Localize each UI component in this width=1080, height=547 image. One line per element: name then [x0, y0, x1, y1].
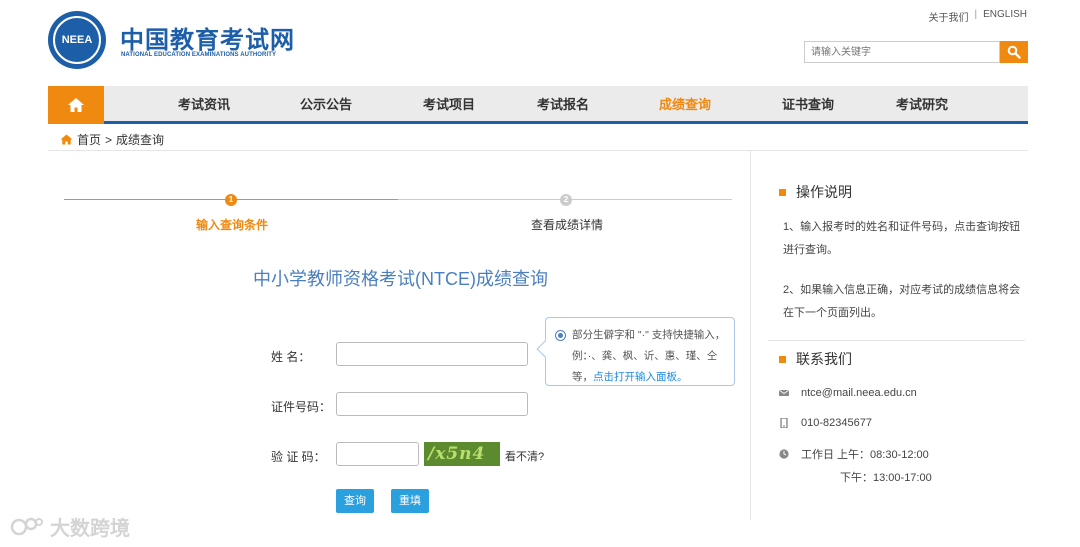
search-input[interactable]	[804, 41, 1000, 63]
bullet-square-icon	[779, 355, 786, 363]
top-links: 关于我们 | ENGLISH	[928, 9, 1027, 24]
nav-item-exam-research[interactable]: 考试研究	[896, 86, 948, 124]
instruction-1: 1、输入报考时的姓名和证件号码，点击查询按钮进行查询。	[783, 221, 1021, 256]
site-logo-emblem[interactable]: NEEA	[48, 11, 106, 69]
logo-emblem-text: NEEA	[53, 16, 101, 64]
contact-hours-am: 工作日 上午：08:30-12:00	[801, 449, 929, 461]
search-box	[804, 41, 1028, 63]
captcha-image[interactable]: /x5n4	[424, 442, 500, 466]
query-button[interactable]: 查询	[336, 489, 374, 513]
step-2-label: 查看成绩详情	[531, 218, 604, 232]
home-icon	[68, 98, 84, 112]
contact-hours: 工作日 上午：08:30-12:00	[779, 446, 929, 462]
nav-item-score-query[interactable]: 成绩查询	[659, 86, 711, 124]
top-links-separator: |	[974, 9, 978, 20]
step-2-marker: 2	[560, 194, 572, 206]
id-number-label: 证件号码：	[271, 400, 332, 414]
site-subtitle: NATIONAL EDUCATION EXAMINATIONS AUTHORIT…	[121, 52, 277, 58]
nav-home-button[interactable]	[48, 86, 104, 124]
search-button[interactable]	[1000, 41, 1028, 63]
breadcrumb-current: 成绩查询	[116, 133, 165, 147]
english-link[interactable]: ENGLISH	[983, 9, 1027, 24]
captcha-input[interactable]	[336, 442, 419, 466]
instructions-heading: 操作说明	[779, 182, 852, 202]
site-title[interactable]: 中国教育考试网	[120, 20, 295, 55]
step-1-label: 输入查询条件	[196, 218, 269, 232]
bullet-square-icon	[779, 188, 786, 196]
instructions-title: 操作说明	[796, 184, 852, 200]
contact-phone: 010-82345677	[779, 417, 872, 429]
about-us-link[interactable]: 关于我们	[928, 9, 968, 24]
nav-item-exam-programs[interactable]: 考试项目	[423, 86, 475, 124]
nav-item-exam-news[interactable]: 考试资讯	[178, 86, 230, 124]
contact-email: ntce@mail.neea.edu.cn	[779, 387, 917, 399]
watermark-text: 大数跨境	[50, 518, 130, 540]
open-input-panel-link[interactable]: 点击打开输入面板。	[593, 371, 688, 383]
nav-item-certificate-query[interactable]: 证书查询	[782, 86, 834, 124]
contact-heading: 联系我们	[779, 349, 852, 369]
id-number-input[interactable]	[336, 392, 528, 416]
contact-email-text[interactable]: ntce@mail.neea.edu.cn	[801, 387, 917, 399]
sidebar-section-divider	[768, 340, 1025, 341]
captcha-refresh-link[interactable]: 看不清?	[505, 448, 544, 464]
name-input[interactable]	[336, 342, 528, 366]
clock-icon	[779, 449, 789, 459]
form-title: 中小学教师资格考试(NTCE)成绩查询	[253, 269, 548, 289]
home-icon	[60, 134, 73, 145]
sidebar-divider	[750, 151, 751, 520]
input-tip-box: 部分生僻字和 "·" 支持快捷输入，例：·、龚、枫、䜣、惠、瑾、仝等，点击打开输…	[536, 317, 735, 386]
search-icon	[1007, 45, 1021, 59]
envelope-icon	[779, 389, 789, 396]
tip-radio-icon[interactable]	[555, 330, 566, 341]
reset-button[interactable]: 重填	[391, 489, 429, 513]
step-1-marker: 1	[225, 194, 237, 206]
contact-hours-pm: 下午：13:00-17:00	[840, 472, 932, 484]
watermark: 大数跨境	[10, 512, 130, 541]
watermark-logo-icon	[10, 517, 43, 535]
nav-item-registration[interactable]: 考试报名	[537, 86, 589, 124]
phone-icon	[780, 418, 788, 428]
tip-arrow	[536, 340, 554, 358]
contact-title: 联系我们	[796, 351, 852, 367]
contact-phone-text: 010-82345677	[801, 417, 872, 429]
breadcrumb-divider	[48, 150, 1028, 151]
name-label: 姓 名：	[271, 350, 311, 364]
instruction-2: 2、如果输入信息正确，对应考试的成绩信息将会在下一个页面列出。	[783, 284, 1021, 319]
breadcrumb-separator: >	[105, 132, 113, 147]
breadcrumb-home[interactable]: 首页	[77, 131, 101, 148]
nav-item-announcements[interactable]: 公示公告	[300, 86, 352, 124]
captcha-label: 验 证 码：	[271, 450, 326, 464]
main-nav: 考试资讯 公示公告 考试项目 考试报名 成绩查询 证书查询 考试研究	[48, 86, 1028, 124]
breadcrumb: 首页 > 成绩查询	[60, 131, 164, 148]
